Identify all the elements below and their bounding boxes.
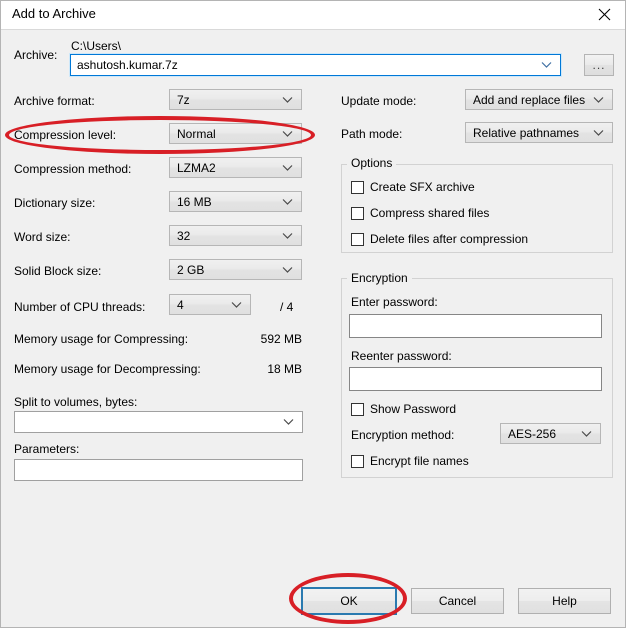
checkbox-label: Compress shared files — [370, 206, 490, 220]
compression-level-label: Compression level: — [14, 128, 117, 142]
memory-compressing-label: Memory usage for Compressing: — [14, 332, 189, 346]
encryption-method-select[interactable]: AES-256 — [500, 423, 601, 444]
cpu-threads-label: Number of CPU threads: — [14, 300, 146, 314]
archive-path-text: C:\Users\ — [71, 39, 122, 53]
ok-button[interactable]: OK — [301, 587, 397, 615]
checkbox-label: Show Password — [370, 402, 457, 416]
reenter-password-label: Reenter password: — [351, 349, 452, 363]
archive-format-select[interactable]: 7z — [169, 89, 302, 110]
close-glyph — [598, 8, 611, 21]
word-size-value: 32 — [177, 228, 191, 243]
chevron-down-icon — [593, 129, 604, 136]
dictionary-size-value: 16 MB — [177, 194, 212, 209]
split-volumes-input[interactable] — [14, 411, 303, 433]
checkbox-delete-files-after-compression[interactable]: Delete files after compression — [351, 232, 528, 246]
title-bar: Add to Archive — [1, 1, 625, 30]
path-mode-label: Path mode: — [341, 127, 403, 141]
help-button[interactable]: Help — [518, 588, 611, 614]
checkbox-box-icon[interactable] — [351, 454, 364, 468]
checkbox-compress-shared-files[interactable]: Compress shared files — [351, 206, 489, 220]
enter-password-field[interactable] — [349, 314, 602, 338]
browse-button[interactable]: ... — [584, 54, 614, 76]
chevron-down-icon[interactable] — [283, 419, 294, 426]
cpu-threads-select[interactable]: 4 — [169, 294, 251, 315]
parameters-input[interactable] — [14, 459, 303, 481]
dictionary-size-label: Dictionary size: — [14, 196, 96, 210]
encryption-method-label: Encryption method: — [351, 428, 455, 442]
compression-level-select[interactable]: Normal — [169, 123, 302, 144]
encryption-group-title: Encryption — [347, 271, 412, 285]
cpu-threads-value: 4 — [177, 297, 184, 312]
cancel-button[interactable]: Cancel — [411, 588, 504, 614]
chevron-down-icon — [282, 198, 293, 205]
update-mode-label: Update mode: — [341, 94, 417, 108]
cpu-threads-max: / 4 — [280, 300, 294, 314]
word-size-label: Word size: — [14, 230, 71, 244]
checkbox-show-password[interactable]: Show Password — [351, 402, 456, 416]
close-icon[interactable] — [582, 1, 625, 28]
dictionary-size-select[interactable]: 16 MB — [169, 191, 302, 212]
options-group-title: Options — [347, 156, 397, 170]
memory-decompressing-label: Memory usage for Decompressing: — [14, 362, 201, 376]
chevron-down-icon — [581, 430, 592, 437]
compression-method-value: LZMA2 — [177, 160, 216, 175]
chevron-down-icon — [231, 301, 242, 308]
checkbox-box-icon[interactable] — [351, 232, 364, 246]
checkbox-label: Encrypt file names — [370, 454, 469, 468]
compression-method-label: Compression method: — [14, 162, 132, 176]
memory-compressing-value: 592 MB — [260, 332, 302, 346]
compression-level-value: Normal — [177, 126, 216, 141]
archive-format-label: Archive format: — [14, 94, 95, 108]
path-mode-value: Relative pathnames — [473, 125, 580, 140]
archive-format-value: 7z — [177, 92, 190, 107]
archive-name-value: ashutosh.kumar.7z — [77, 58, 178, 72]
path-mode-select[interactable]: Relative pathnames — [465, 122, 613, 143]
checkbox-label: Create SFX archive — [370, 180, 475, 194]
reenter-password-field[interactable] — [349, 367, 602, 391]
solid-block-size-value: 2 GB — [177, 262, 205, 277]
chevron-down-icon[interactable] — [541, 62, 552, 69]
compression-method-select[interactable]: LZMA2 — [169, 157, 302, 178]
chevron-down-icon — [282, 266, 293, 273]
word-size-select[interactable]: 32 — [169, 225, 302, 246]
checkbox-label: Delete files after compression — [370, 232, 529, 246]
archive-name-input[interactable]: ashutosh.kumar.7z — [70, 54, 561, 76]
checkbox-create-sfx-archive[interactable]: Create SFX archive — [351, 180, 475, 194]
chevron-down-icon — [282, 130, 293, 137]
add-to-archive-dialog: Add to Archive Archive: C:\Users\ ashuto… — [0, 0, 626, 628]
update-mode-value: Add and replace files — [473, 92, 586, 107]
chevron-down-icon — [282, 164, 293, 171]
chevron-down-icon — [593, 96, 604, 103]
encryption-method-value: AES-256 — [508, 426, 557, 441]
enter-password-label: Enter password: — [351, 295, 438, 309]
checkbox-box-icon[interactable] — [351, 206, 364, 220]
chevron-down-icon — [282, 96, 293, 103]
split-volumes-label: Split to volumes, bytes: — [14, 395, 138, 409]
checkbox-box-icon[interactable] — [351, 402, 364, 416]
update-mode-select[interactable]: Add and replace files — [465, 89, 613, 110]
archive-label: Archive: — [14, 48, 58, 62]
checkbox-box-icon[interactable] — [351, 180, 364, 194]
solid-block-size-label: Solid Block size: — [14, 264, 102, 278]
solid-block-size-select[interactable]: 2 GB — [169, 259, 302, 280]
parameters-label: Parameters: — [14, 442, 80, 456]
memory-decompressing-value: 18 MB — [267, 362, 302, 376]
chevron-down-icon — [282, 232, 293, 239]
page-title: Add to Archive — [12, 6, 96, 21]
checkbox-encrypt-file-names[interactable]: Encrypt file names — [351, 454, 469, 468]
